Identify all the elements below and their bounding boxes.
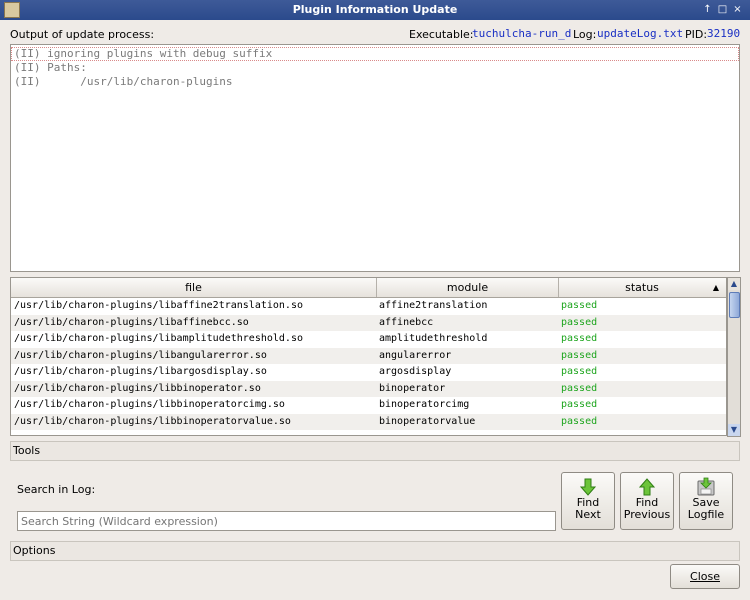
window-title: Plugin Information Update — [292, 3, 458, 16]
pid-label: PID: — [685, 28, 708, 41]
plugin-table[interactable]: file module status ▲ /usr/lib/charon-plu… — [10, 277, 727, 436]
column-header-module[interactable]: module — [377, 278, 559, 297]
file-cell: /usr/lib/charon-plugins/libangularerror.… — [14, 349, 267, 361]
module-cell: affine2translation — [379, 300, 488, 311]
table-row[interactable]: /usr/lib/charon-plugins/libbinoperator.s… — [11, 380, 726, 397]
scroll-thumb[interactable] — [729, 292, 740, 318]
file-cell: /usr/lib/charon-plugins/libamplitudethre… — [14, 333, 303, 344]
executable-value: tuchulcha-run_d — [472, 27, 572, 40]
file-cell: /usr/lib/charon-plugins/libbinoperator.s… — [14, 382, 261, 394]
save-disk-icon — [697, 477, 715, 496]
find-next-line2: Next — [575, 508, 601, 521]
sort-ascending-icon: ▲ — [712, 283, 719, 292]
module-cell: amplitudethreshold — [379, 333, 488, 344]
log-label: Log: — [573, 28, 597, 41]
file-cell: /usr/lib/charon-plugins/libbinoperatorci… — [14, 399, 285, 410]
module-cell: angularerror — [379, 349, 452, 361]
find-previous-button[interactable]: Find Previous — [620, 472, 674, 530]
module-cell: argosdisplay — [379, 366, 452, 377]
search-field[interactable] — [17, 511, 556, 531]
column-header-file[interactable]: file — [11, 278, 377, 297]
save-logfile-button[interactable]: Save Logfile — [679, 472, 733, 530]
log-line: (II) ignoring plugins with debug suffix — [11, 47, 739, 61]
table-scrollbar[interactable]: ▲ ▼ — [727, 277, 741, 437]
status-cell: passed — [561, 333, 598, 344]
save-line2: Logfile — [687, 508, 725, 521]
pid-value: 32190 — [707, 27, 741, 40]
status-cell: passed — [561, 382, 598, 394]
column-header-status[interactable]: status ▲ — [559, 278, 725, 297]
table-row[interactable]: /usr/lib/charon-plugins/libaffine2transl… — [11, 298, 726, 315]
arrow-up-icon — [638, 478, 656, 496]
options-label: Options — [13, 544, 56, 557]
log-value: updateLog.txt — [597, 27, 684, 40]
arrow-down-icon — [579, 478, 597, 496]
scroll-down-icon[interactable]: ▼ — [728, 424, 740, 436]
table-row[interactable]: /usr/lib/charon-plugins/libbinoperatorva… — [11, 413, 726, 430]
file-cell: /usr/lib/charon-plugins/libaffinebcc.so — [14, 316, 249, 328]
close-button-label: Close — [690, 570, 720, 583]
status-cell: passed — [561, 366, 598, 377]
module-cell: binoperatorcimg — [379, 399, 470, 410]
table-header: file module status ▲ — [11, 278, 726, 298]
status-cell: passed — [561, 316, 598, 328]
output-label: Output of update process: — [10, 28, 155, 41]
maximize-button[interactable]: □ — [716, 3, 729, 16]
log-line: (II) /usr/lib/charon-plugins — [14, 75, 233, 88]
file-cell: /usr/lib/charon-plugins/libaffine2transl… — [14, 300, 303, 311]
find-next-button[interactable]: Find Next — [561, 472, 615, 530]
scroll-up-icon[interactable]: ▲ — [728, 278, 740, 290]
title-bar: Plugin Information Update ↑ □ × — [0, 0, 750, 20]
close-window-button[interactable]: × — [731, 3, 744, 16]
tools-section-header[interactable]: Tools — [10, 441, 740, 461]
table-row[interactable]: /usr/lib/charon-plugins/libaffinebcc.so … — [11, 314, 726, 331]
module-cell: binoperatorvalue — [379, 415, 476, 427]
table-row[interactable]: /usr/lib/charon-plugins/libbinoperatorci… — [11, 397, 726, 414]
executable-label: Executable: — [409, 28, 474, 41]
module-cell: affinebcc — [379, 316, 434, 328]
status-cell: passed — [561, 300, 598, 311]
table-row[interactable]: /usr/lib/charon-plugins/libamplitudethre… — [11, 331, 726, 348]
close-button[interactable]: Close — [670, 564, 740, 589]
file-cell: /usr/lib/charon-plugins/libbinoperatorva… — [14, 415, 291, 427]
search-label: Search in Log: — [17, 483, 96, 496]
options-section-header[interactable]: Options — [10, 541, 740, 561]
log-line: (II) Paths: — [14, 61, 87, 74]
status-cell: passed — [561, 415, 598, 427]
status-cell: passed — [561, 399, 598, 410]
log-output[interactable]: (II) ignoring plugins with debug suffix … — [10, 44, 740, 272]
tools-label: Tools — [13, 444, 41, 457]
column-header-status-label: status — [625, 281, 659, 294]
module-cell: binoperator — [379, 382, 446, 394]
shade-window-button[interactable]: ↑ — [701, 3, 714, 16]
status-cell: passed — [561, 349, 598, 361]
search-input[interactable] — [18, 512, 554, 530]
find-prev-line2: Previous — [623, 508, 671, 521]
table-row[interactable]: /usr/lib/charon-plugins/libargosdisplay.… — [11, 364, 726, 381]
file-cell: /usr/lib/charon-plugins/libargosdisplay.… — [14, 366, 267, 377]
table-row[interactable]: /usr/lib/charon-plugins/libangularerror.… — [11, 347, 726, 364]
